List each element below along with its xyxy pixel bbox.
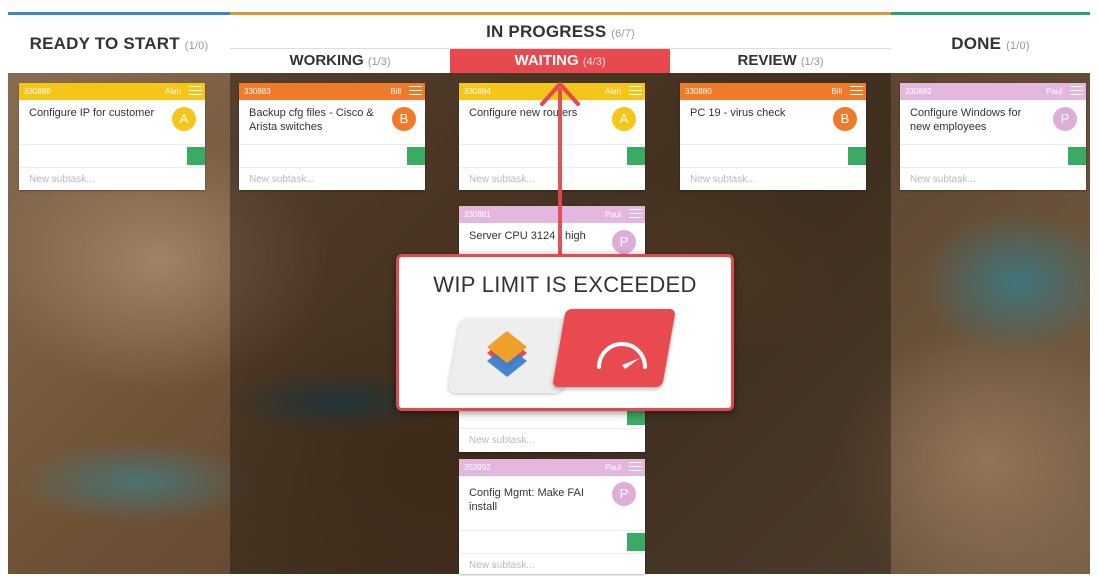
- menu-icon[interactable]: [629, 209, 642, 220]
- menu-icon[interactable]: [850, 86, 863, 97]
- new-subtask-input[interactable]: New subtask...: [19, 167, 205, 190]
- task-card[interactable]: 330889 Alan Configure IP for customer A …: [19, 83, 205, 190]
- column-count: (6/7): [611, 28, 635, 40]
- avatar[interactable]: B: [392, 107, 416, 131]
- assignee-name: Bill: [831, 87, 842, 96]
- new-subtask-input[interactable]: New subtask...: [459, 553, 645, 576]
- column-title: READY TO START: [29, 34, 180, 53]
- card-header: 330889 Alan: [19, 83, 205, 100]
- column-count: (1/3): [367, 56, 391, 68]
- card-header: 330880 Bill: [680, 83, 866, 100]
- task-title: Config Mgmt: Make FAI install P: [459, 476, 645, 530]
- layers-logo-icon: [487, 331, 527, 377]
- task-title: Configure Windows for new employees P: [900, 100, 1086, 144]
- status-square-icon[interactable]: [627, 147, 645, 165]
- column-header-done[interactable]: DONE (1/0): [891, 15, 1090, 73]
- card-header: 353992 Paul: [459, 459, 645, 476]
- card-status-row: [680, 144, 866, 167]
- column-title: WAITING: [514, 52, 579, 69]
- menu-icon[interactable]: [189, 86, 202, 97]
- task-id: 353992: [464, 463, 491, 472]
- new-subtask-input[interactable]: New subtask...: [239, 167, 425, 190]
- card-status-row: [239, 144, 425, 167]
- task-title: Backup cfg files - Cisco & Arista switch…: [239, 100, 425, 144]
- status-square-icon[interactable]: [187, 147, 205, 165]
- status-square-icon[interactable]: [848, 147, 866, 165]
- column-title: IN PROGRESS: [486, 22, 607, 41]
- task-card[interactable]: 330882 Paul Configure Windows for new em…: [900, 83, 1086, 190]
- menu-icon[interactable]: [629, 86, 642, 97]
- column-header-ready[interactable]: READY TO START (1/0): [8, 15, 230, 73]
- menu-icon[interactable]: [629, 462, 642, 473]
- task-title: Configure IP for customer A: [19, 100, 205, 144]
- task-title: PC 19 - virus check B: [680, 100, 866, 144]
- column-count: (1/0): [1006, 40, 1030, 52]
- task-id: 330889: [24, 87, 51, 96]
- avatar[interactable]: P: [612, 230, 636, 254]
- assignee-name: Alan: [604, 87, 621, 96]
- column-count: (4/3): [582, 56, 606, 68]
- task-title-text: Server CPU 3124 - high: [469, 230, 586, 242]
- card-header: 330881 Paul: [459, 206, 645, 223]
- new-subtask-input[interactable]: New subtask...: [459, 167, 645, 190]
- card-status-row: [900, 144, 1086, 167]
- avatar[interactable]: A: [612, 107, 636, 131]
- task-id: 330884: [464, 87, 491, 96]
- speedometer-icon: [597, 342, 647, 369]
- task-id: 330883: [244, 87, 271, 96]
- column-title: WORKING: [289, 52, 364, 69]
- column-header-in-progress[interactable]: IN PROGRESS (6/7): [230, 15, 891, 48]
- task-id: 330881: [464, 210, 491, 219]
- task-id: 330880: [685, 87, 712, 96]
- task-id: 330882: [905, 87, 932, 96]
- task-title-text: Configure Windows for new employees: [910, 107, 1022, 133]
- modal-title: WIP LIMIT IS EXCEEDED: [433, 272, 697, 297]
- assignee-name: Bill: [390, 87, 401, 96]
- card-status-row: [459, 144, 645, 167]
- task-title-text: Backup cfg files - Cisco & Arista switch…: [249, 107, 374, 133]
- status-square-icon[interactable]: [627, 533, 645, 551]
- status-square-icon[interactable]: [1068, 147, 1086, 165]
- task-title: Configure new routers A: [459, 100, 645, 144]
- new-subtask-input[interactable]: New subtask...: [680, 167, 866, 190]
- menu-icon[interactable]: [409, 86, 422, 97]
- task-title-text: Configure IP for customer: [29, 107, 155, 119]
- assignee-name: Paul: [604, 210, 621, 219]
- column-header-working[interactable]: WORKING (1/3): [230, 48, 450, 73]
- task-title-text: Configure new routers: [469, 107, 578, 119]
- avatar[interactable]: P: [612, 482, 636, 506]
- column-count: (1/0): [184, 40, 209, 52]
- column-title: REVIEW: [737, 52, 797, 69]
- menu-icon[interactable]: [1070, 86, 1083, 97]
- card-header: 330882 Paul: [900, 83, 1086, 100]
- task-card[interactable]: 330884 Alan Configure new routers A New …: [459, 83, 645, 190]
- card-status-row: [459, 530, 645, 553]
- assignee-name: Paul: [604, 463, 621, 472]
- assignee-name: Alan: [164, 87, 181, 96]
- column-header-waiting[interactable]: WAITING (4/3): [450, 48, 670, 73]
- column-header-review[interactable]: REVIEW (1/3): [670, 48, 891, 73]
- task-title-text: Config Mgmt: Make FAI install: [469, 487, 584, 513]
- wip-limit-modal[interactable]: WIP LIMIT IS EXCEEDED: [396, 254, 734, 411]
- task-card[interactable]: 330880 Bill PC 19 - virus check B New su…: [680, 83, 866, 190]
- task-card[interactable]: 330883 Bill Backup cfg files - Cisco & A…: [239, 83, 425, 190]
- avatar[interactable]: P: [1053, 107, 1077, 131]
- avatar[interactable]: A: [172, 107, 196, 131]
- card-header: 330883 Bill: [239, 83, 425, 100]
- task-title-text: PC 19 - virus check: [690, 107, 786, 119]
- assignee-name: Paul: [1045, 87, 1062, 96]
- card-header: 330884 Alan: [459, 83, 645, 100]
- new-subtask-input[interactable]: New subtask...: [459, 428, 645, 451]
- card-status-row: [19, 144, 205, 167]
- column-count: (1/3): [800, 56, 824, 68]
- task-card[interactable]: 353992 Paul Config Mgmt: Make FAI instal…: [459, 459, 645, 574]
- column-title: DONE: [951, 34, 1002, 53]
- status-square-icon[interactable]: [407, 147, 425, 165]
- new-subtask-input[interactable]: New subtask...: [900, 167, 1086, 190]
- avatar[interactable]: B: [833, 107, 857, 131]
